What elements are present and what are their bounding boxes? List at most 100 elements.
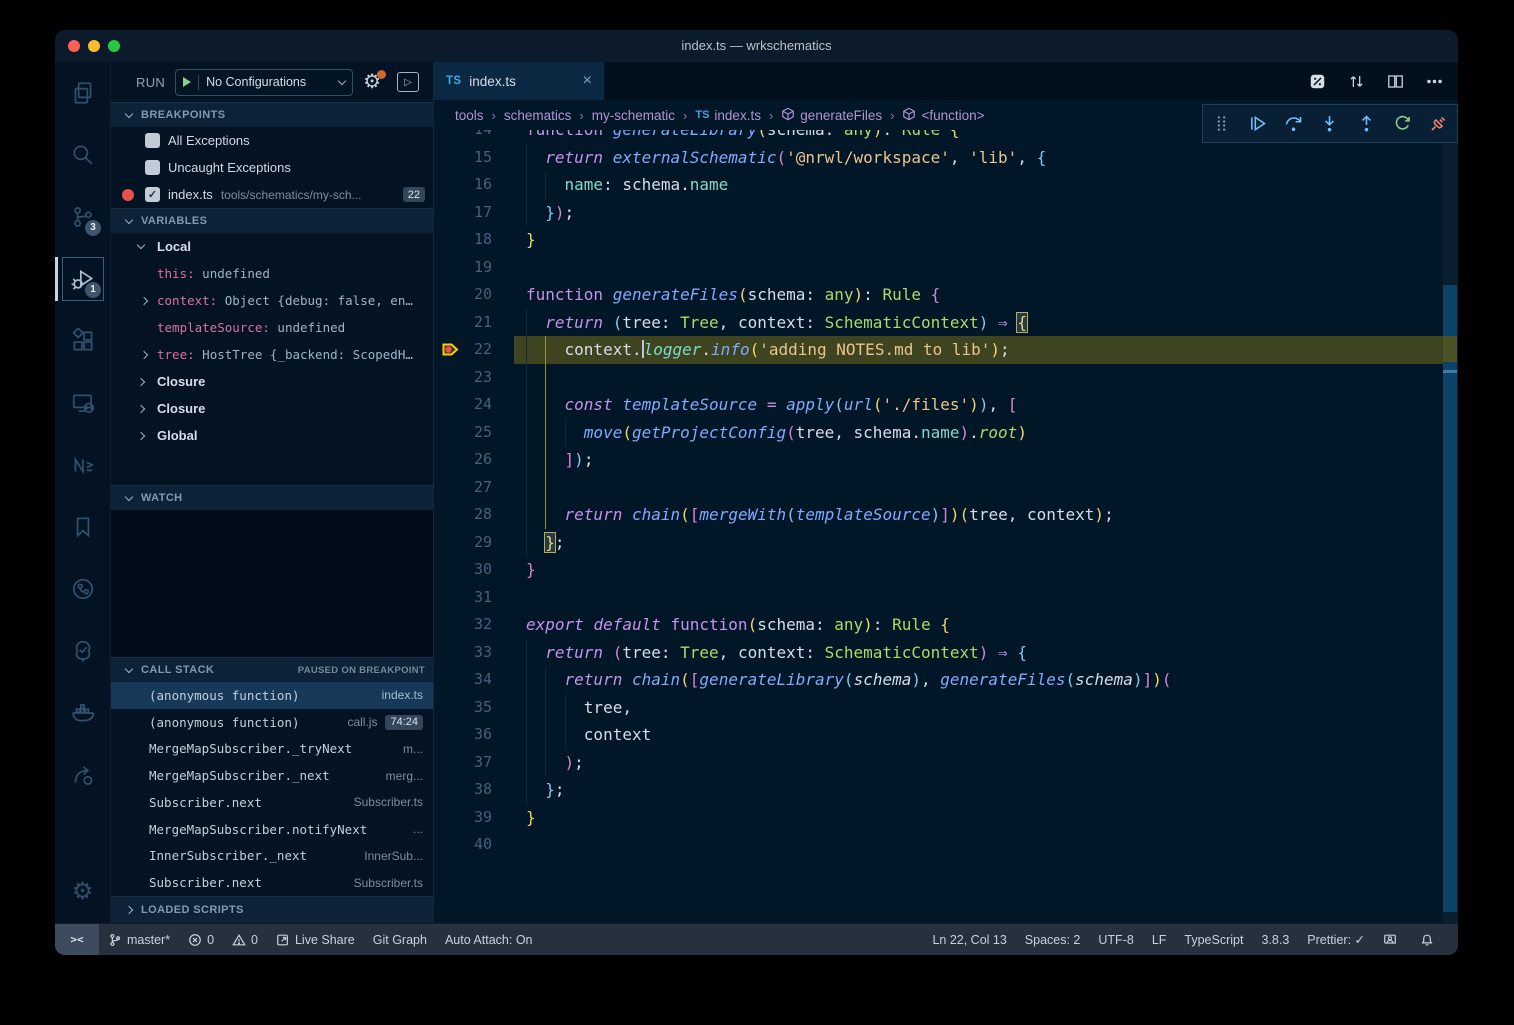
breakpoint-checkbox[interactable]	[145, 160, 160, 175]
code-line-16[interactable]: 16 name: schema.name	[434, 171, 1458, 199]
sidebar-item-run-debug[interactable]: 1	[55, 248, 110, 310]
line-number[interactable]: 40	[434, 831, 492, 859]
call-stack-frame[interactable]: InnerSubscriber._nextInnerSub...	[111, 843, 433, 870]
close-tab-icon[interactable]: ×	[583, 73, 592, 89]
code-line-20[interactable]: 20function generateFiles(schema: any): R…	[434, 281, 1458, 309]
code-content[interactable]: 14function generateLibrary(schema: any):…	[434, 130, 1458, 859]
call-stack-frame[interactable]: (anonymous function)call.js74:24	[111, 709, 433, 736]
status-git-graph[interactable]: Git Graph	[364, 924, 436, 955]
code-line-37[interactable]: 37 );	[434, 749, 1458, 777]
code-line-39[interactable]: 39}	[434, 804, 1458, 832]
loaded-scripts-section-header[interactable]: LOADED SCRIPTS	[111, 896, 433, 923]
sidebar-item-docker[interactable]	[55, 682, 110, 744]
code-line-31[interactable]: 31	[434, 584, 1458, 612]
sidebar-item-source-control[interactable]: 3	[55, 186, 110, 248]
code-line-18[interactable]: 18}	[434, 226, 1458, 254]
line-number[interactable]: 27	[434, 474, 492, 502]
status-branch[interactable]: master*	[99, 924, 179, 955]
step-into-button[interactable]	[1319, 113, 1340, 134]
code-line-23[interactable]: 23	[434, 364, 1458, 392]
restart-button[interactable]	[1392, 113, 1413, 134]
sidebar-item-bookmarks[interactable]	[55, 496, 110, 558]
variable-scope-row[interactable]: Closure	[111, 395, 433, 422]
watch-list[interactable]	[111, 510, 433, 657]
start-debug-icon[interactable]	[183, 77, 191, 87]
line-number[interactable]: 26	[434, 446, 492, 474]
disconnect-button[interactable]	[1428, 113, 1449, 134]
watch-section-header[interactable]: WATCH	[111, 485, 433, 510]
variable-scope-row[interactable]: Global	[111, 422, 433, 449]
breadcrumb-item[interactable]: tools	[455, 108, 484, 123]
sidebar-item-nx-console[interactable]	[55, 434, 110, 496]
line-number[interactable]: 15	[434, 144, 492, 172]
code-line-17[interactable]: 17 });	[434, 199, 1458, 227]
tab-index-ts[interactable]: TS index.ts ×	[434, 62, 605, 100]
code-line-25[interactable]: 25 move(getProjectConfig(tree, schema.na…	[434, 419, 1458, 447]
scrollbar-thumb[interactable]	[1443, 285, 1457, 912]
debug-console-toggle[interactable]: ▷	[397, 72, 419, 92]
line-number[interactable]: 32	[434, 611, 492, 639]
step-over-button[interactable]	[1283, 113, 1304, 134]
code-line-27[interactable]: 27	[434, 474, 1458, 502]
line-number[interactable]: 25	[434, 419, 492, 447]
call-stack-frame[interactable]: MergeMapSubscriber.notifyNext...	[111, 816, 433, 843]
line-number[interactable]: 21	[434, 309, 492, 337]
code-line-38[interactable]: 38 };	[434, 776, 1458, 804]
status-remote[interactable]: ><	[55, 924, 99, 955]
variables-section-header[interactable]: VARIABLES	[111, 208, 433, 233]
call-stack-frame[interactable]: (anonymous function)index.ts	[111, 682, 433, 709]
line-number[interactable]: 20	[434, 281, 492, 309]
line-number[interactable]: 34	[434, 666, 492, 694]
compare-changes-icon[interactable]	[1347, 72, 1366, 91]
line-number[interactable]: 38	[434, 776, 492, 804]
sidebar-item-remote-explorer[interactable]	[55, 372, 110, 434]
line-number[interactable]: 17	[434, 199, 492, 227]
breadcrumb-item[interactable]: TSindex.ts	[695, 108, 761, 123]
line-number[interactable]: 23	[434, 364, 492, 392]
breakpoint-checkbox[interactable]	[145, 133, 160, 148]
line-number[interactable]: 29	[434, 529, 492, 557]
status-warnings[interactable]: 0	[223, 924, 267, 955]
line-number[interactable]: 18	[434, 226, 492, 254]
line-number[interactable]: 36	[434, 721, 492, 749]
titlebar[interactable]: index.ts — wrkschematics	[55, 30, 1458, 62]
line-number[interactable]: 37	[434, 749, 492, 777]
status-prettier[interactable]: Prettier: ✓	[1298, 924, 1374, 955]
code-line-30[interactable]: 30}	[434, 556, 1458, 584]
line-number[interactable]: 14	[434, 130, 492, 144]
status-encoding[interactable]: UTF-8	[1089, 924, 1142, 955]
line-number[interactable]: 24	[434, 391, 492, 419]
line-number[interactable]: 19	[434, 254, 492, 282]
call-stack-frame[interactable]: Subscriber.nextSubscriber.ts	[111, 789, 433, 816]
continue-button[interactable]	[1247, 113, 1268, 134]
line-number[interactable]: 35	[434, 694, 492, 722]
variable-row[interactable]: tree: HostTree {_backend: ScopedH…	[111, 341, 433, 368]
variable-row[interactable]: context: Object {debug: false, en…	[111, 287, 433, 314]
code-line-34[interactable]: 34 return chain([generateLibrary(schema)…	[434, 666, 1458, 694]
code-line-40[interactable]: 40	[434, 831, 1458, 859]
code-line-15[interactable]: 15 return externalSchematic('@nrwl/works…	[434, 144, 1458, 172]
debug-current-line-icon[interactable]	[441, 340, 460, 368]
manage-button[interactable]: ⚙	[55, 861, 110, 923]
code-line-35[interactable]: 35 tree,	[434, 694, 1458, 722]
editor-scrollbar[interactable]	[1443, 130, 1458, 923]
status-notifications[interactable]	[1411, 924, 1448, 955]
breadcrumb-item[interactable]: my-schematic	[592, 108, 675, 123]
code-line-24[interactable]: 24 const templateSource = apply(url('./f…	[434, 391, 1458, 419]
code-line-28[interactable]: 28 return chain([mergeWith(templateSourc…	[434, 501, 1458, 529]
breadcrumb-item[interactable]: generateFiles	[781, 107, 882, 124]
call-stack-section-header[interactable]: CALL STACK PAUSED ON BREAKPOINT	[111, 657, 433, 682]
breakpoint-row[interactable]: ✓index.tstools/schematics/my-sch...22	[111, 181, 433, 208]
breadcrumb-item[interactable]: schematics	[504, 108, 572, 123]
variable-scope-row[interactable]: Closure	[111, 368, 433, 395]
status-live-share[interactable]: Live Share	[267, 924, 364, 955]
drag-grip-icon[interactable]	[1211, 113, 1232, 134]
code-line-21[interactable]: 21 return (tree: Tree, context: Schemati…	[434, 309, 1458, 337]
status-version[interactable]: 3.8.3	[1252, 924, 1298, 955]
variable-row[interactable]: this: undefined	[111, 260, 433, 287]
status-eol[interactable]: LF	[1143, 924, 1176, 955]
code-editor[interactable]: 14function generateLibrary(schema: any):…	[434, 130, 1458, 923]
launch-configuration-dropdown[interactable]: No Configurations	[175, 69, 353, 96]
status-auto-attach[interactable]: Auto Attach: On	[436, 924, 542, 955]
code-line-36[interactable]: 36 context	[434, 721, 1458, 749]
